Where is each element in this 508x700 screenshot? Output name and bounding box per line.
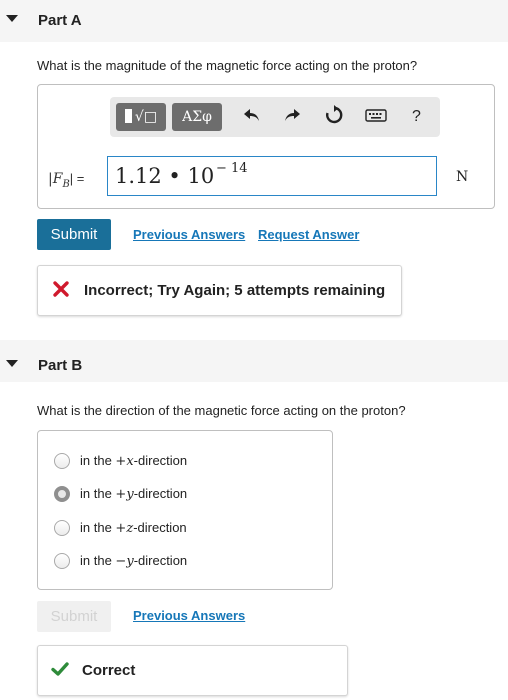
keyboard-icon[interactable] [365,105,387,131]
option-plus-z[interactable]: in the +z-direction [54,519,324,539]
undo-icon[interactable] [242,105,262,131]
reset-icon[interactable] [324,105,344,131]
option-plus-x[interactable]: in the +x-direction [54,452,324,472]
force-label-text: |F [48,171,63,187]
incorrect-x-icon [52,280,70,303]
correct-message: Correct [82,662,136,679]
radio-button[interactable] [54,453,70,469]
part-a-question: What is the magnitude of the magnetic fo… [37,58,418,73]
radio-button-selected[interactable] [54,486,70,502]
option-label: in the +x-direction [80,453,188,469]
option-minus-y[interactable]: in the −y-direction [54,552,324,572]
option-label: in the −y-direction [80,553,188,569]
option-plus-y[interactable]: in the +y-direction [54,485,324,505]
greek-symbols-button[interactable]: ΑΣφ [172,103,222,131]
force-label-subscript: B [62,178,70,190]
part-b-submit-button: Submit [37,601,111,632]
direction-options: in the +x-direction in the +y-direction … [37,430,333,590]
force-label-end: | = [69,171,85,186]
request-answer-link[interactable]: Request Answer [258,227,359,242]
answer-unit: N [456,169,469,185]
checkmark-icon [51,660,69,683]
part-b-question: What is the direction of the magnetic fo… [37,403,406,418]
help-button[interactable]: ? [412,105,421,129]
answer-box: √□ ΑΣφ ? |FB| = 1.12 • 10 − 14 N [37,84,495,209]
answer-value: 1.12 • 10 [115,164,215,188]
part-b-previous-answers-link[interactable]: Previous Answers [133,608,245,623]
answer-input[interactable]: 1.12 • 10 − 14 [107,156,437,196]
math-toolbar: √□ ΑΣφ ? [110,97,440,137]
force-label: |FB| = [48,171,84,190]
option-label: in the +y-direction [80,486,188,502]
incorrect-message: Incorrect; Try Again; 5 attempts remaini… [84,282,386,299]
answer-exponent: − 14 [216,161,248,176]
correct-feedback: Correct [37,645,348,696]
part-a-header[interactable]: Part A [0,0,508,42]
redo-icon[interactable] [282,105,302,131]
radio-button[interactable] [54,553,70,569]
collapse-caret-icon[interactable] [6,15,18,22]
collapse-caret-icon[interactable] [6,360,18,367]
part-b-title: Part B [38,357,83,374]
templates-button[interactable]: √□ [116,103,166,131]
radio-button[interactable] [54,520,70,536]
incorrect-feedback: Incorrect; Try Again; 5 attempts remaini… [37,265,402,316]
template-block-icon [124,109,132,123]
templates-label: √□ [134,109,158,125]
part-a-title: Part A [38,12,82,29]
part-a-submit-button[interactable]: Submit [37,219,111,250]
part-a-previous-answers-link[interactable]: Previous Answers [133,227,245,242]
option-label: in the +z-direction [80,520,187,536]
part-b-header[interactable]: Part B [0,340,508,382]
